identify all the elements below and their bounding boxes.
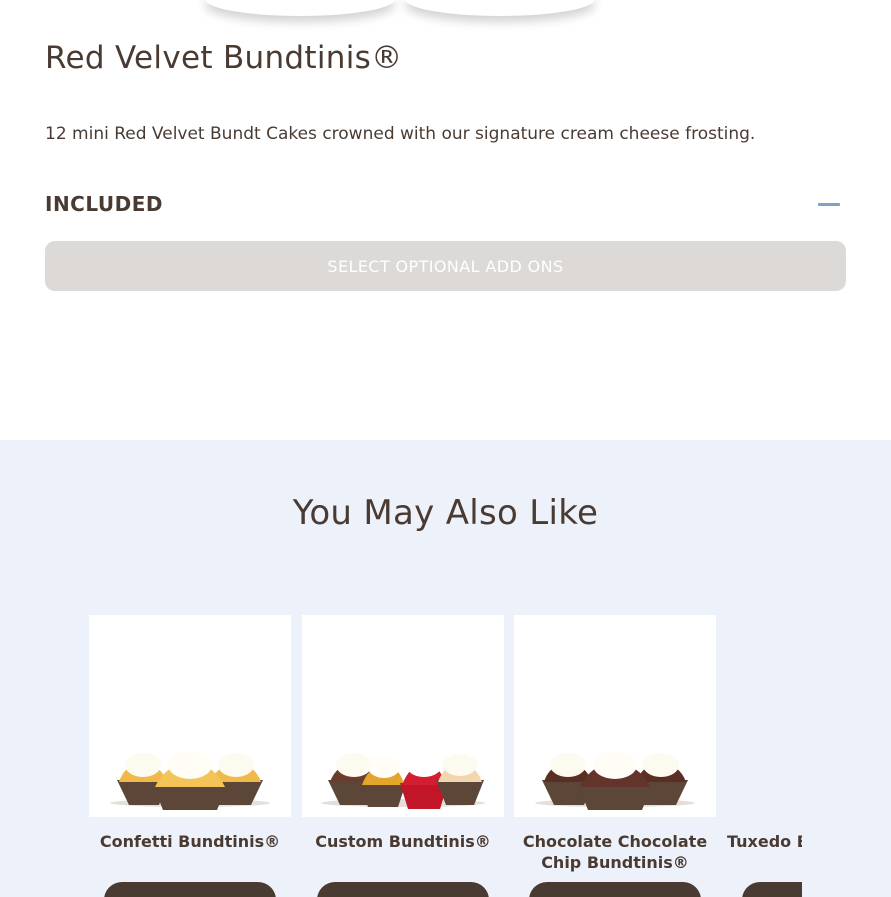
product-name[interactable]: Tuxedo Bundtinis® (727, 831, 802, 852)
product-carousel: Confetti Bundtinis® Custom Bundtinis® Ch… (89, 615, 802, 897)
you-may-also-like-section: You May Also Like Confetti Bundtinis® Cu… (0, 440, 891, 897)
product-image-shadow (405, 0, 595, 16)
add-to-cart-button[interactable] (104, 882, 276, 897)
product-card[interactable]: Custom Bundtinis® (302, 615, 504, 897)
included-accordion-header[interactable]: INCLUDED (45, 190, 846, 222)
product-details-section: Red Velvet Bundtinis® 12 mini Red Velvet… (0, 0, 891, 440)
custom-bundtinis-image[interactable] (302, 615, 504, 817)
product-name[interactable]: Chocolate Chocolate Chip Bundtinis® (504, 831, 726, 873)
minus-icon[interactable] (814, 190, 846, 218)
add-to-cart-button[interactable] (742, 882, 802, 897)
product-description: 12 mini Red Velvet Bundt Cakes crowned w… (45, 124, 756, 144)
add-to-cart-button[interactable] (529, 882, 701, 897)
chocolate-chocolate-chip-bundtinis-image[interactable] (514, 615, 716, 817)
tuxedo-bundtinis-image[interactable] (727, 615, 802, 817)
select-addons-button[interactable]: SELECT OPTIONAL ADD ONS (45, 241, 846, 291)
included-label: INCLUDED (45, 192, 163, 216)
product-card[interactable]: Chocolate Chocolate Chip Bundtinis® (514, 615, 716, 897)
product-image-shadow (205, 0, 395, 16)
product-name[interactable]: Confetti Bundtinis® (89, 831, 301, 852)
add-to-cart-button[interactable] (317, 882, 489, 897)
product-name[interactable]: Custom Bundtinis® (292, 831, 514, 852)
product-card[interactable]: Tuxedo Bundtinis® (727, 615, 802, 897)
confetti-bundtinis-image[interactable] (89, 615, 291, 817)
product-title: Red Velvet Bundtinis® (45, 40, 403, 76)
product-card[interactable]: Confetti Bundtinis® (89, 615, 291, 897)
section-title: You May Also Like (292, 493, 599, 533)
